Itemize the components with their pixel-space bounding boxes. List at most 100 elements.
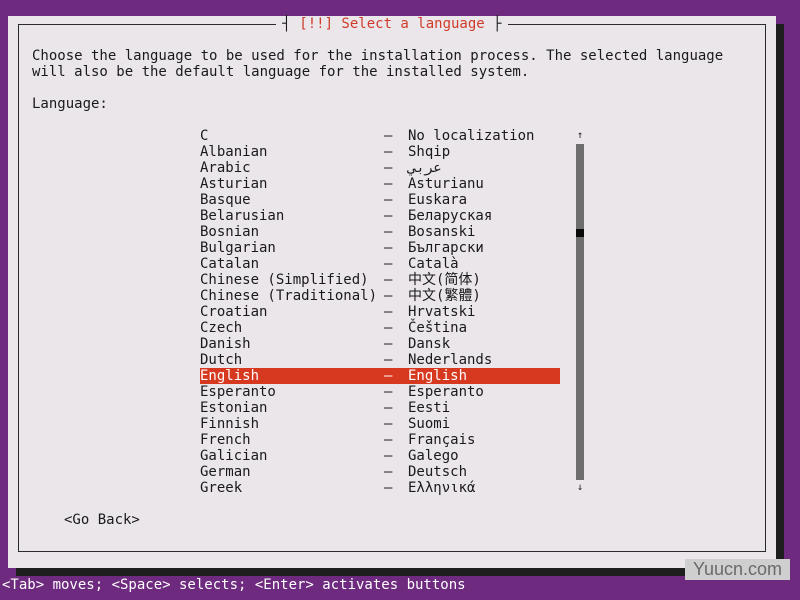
language-item[interactable]: Bosnian – Bosanski [200, 224, 560, 240]
language-name: English [200, 368, 260, 384]
status-bar: <Tab> moves; <Space> selects; <Enter> ac… [0, 576, 800, 600]
language-separator: – [384, 352, 393, 368]
language-separator: – [384, 272, 393, 288]
language-item[interactable]: Greek – Ελληνικά [200, 480, 560, 496]
scrollbar[interactable]: ↑ ↓ [576, 128, 584, 496]
language-name: German [200, 464, 251, 480]
language-name: Arabic [200, 160, 251, 176]
language-native-name: Български [408, 240, 484, 256]
language-item[interactable]: Croatian – Hrvatski [200, 304, 560, 320]
language-separator: – [384, 480, 393, 496]
language-item[interactable]: Dutch – Nederlands [200, 352, 560, 368]
language-name: Chinese (Simplified) [200, 272, 369, 288]
language-separator: – [384, 336, 393, 352]
language-name: C [200, 128, 209, 144]
language-item[interactable]: French – Français [200, 432, 560, 448]
language-name: Estonian [200, 400, 268, 416]
language-name: Galician [200, 448, 268, 464]
language-native-name: Hrvatski [408, 304, 476, 320]
language-name: Finnish [200, 416, 260, 432]
language-native-name: Ελληνικά [408, 480, 476, 496]
language-item[interactable]: Arabic – عربي [200, 160, 560, 176]
language-native-name: No localization [408, 128, 535, 144]
language-separator: – [384, 464, 393, 480]
language-native-name: Nederlands [408, 352, 493, 368]
scroll-thumb[interactable] [576, 229, 584, 237]
language-item[interactable]: Bulgarian – Български [200, 240, 560, 256]
language-separator: – [384, 224, 393, 240]
language-separator: – [384, 240, 393, 256]
scroll-down-icon[interactable]: ↓ [576, 482, 584, 494]
scroll-track[interactable] [576, 144, 584, 480]
language-name: Basque [200, 192, 251, 208]
language-item[interactable]: Esperanto – Esperanto [200, 384, 560, 400]
language-separator: – [384, 208, 393, 224]
language-name: Greek [200, 480, 243, 496]
language-native-name: Bosanski [408, 224, 476, 240]
language-name: Esperanto [200, 384, 276, 400]
dialog-title-text: [!!] Select a language [299, 16, 485, 32]
language-native-name: Čeština [408, 320, 468, 336]
language-item[interactable]: English – English [200, 368, 560, 384]
language-native-name: Dansk [408, 336, 451, 352]
language-item[interactable]: Basque – Euskara [200, 192, 560, 208]
watermark: Yuucn.com [684, 559, 790, 580]
language-separator: – [384, 432, 393, 448]
language-separator: – [384, 368, 393, 384]
language-item[interactable]: Asturian – Asturianu [200, 176, 560, 192]
language-item[interactable]: Danish – Dansk [200, 336, 560, 352]
language-separator: – [384, 288, 393, 304]
language-native-name: Galego [408, 448, 459, 464]
language-item[interactable]: Czech – Čeština [200, 320, 560, 336]
language-separator: – [384, 400, 393, 416]
language-item[interactable]: C – No localization [200, 128, 560, 144]
language-separator: – [384, 176, 393, 192]
language-native-name: 中文(繁體) [408, 288, 481, 304]
language-native-name: Esperanto [408, 384, 484, 400]
language-native-name: Asturianu [408, 176, 484, 192]
language-separator: – [384, 128, 393, 144]
language-separator: – [384, 256, 393, 272]
language-item[interactable]: Albanian – Shqip [200, 144, 560, 160]
language-native-name: عربي [408, 160, 442, 176]
language-item[interactable]: Chinese (Traditional) – 中文(繁體) [200, 288, 560, 304]
language-separator: – [384, 160, 393, 176]
language-name: Belarusian [200, 208, 285, 224]
language-separator: – [384, 192, 393, 208]
language-native-name: Suomi [408, 416, 451, 432]
language-native-name: Беларуская [408, 208, 493, 224]
language-item[interactable]: Estonian – Eesti [200, 400, 560, 416]
dialog-title: ┤ [!!] Select a language ├ [276, 16, 508, 32]
language-name: Croatian [200, 304, 268, 320]
dialog-shadow-bottom [16, 568, 784, 576]
language-native-name: English [408, 368, 468, 384]
language-item[interactable]: Finnish – Suomi [200, 416, 560, 432]
dialog-title-wrap: ┤ [!!] Select a language ├ [19, 16, 765, 32]
language-item[interactable]: Chinese (Simplified) – 中文(简体) [200, 272, 560, 288]
language-native-name: 中文(简体) [408, 272, 481, 288]
language-name: Bosnian [200, 224, 260, 240]
language-separator: – [384, 384, 393, 400]
language-item[interactable]: Galician – Galego [200, 448, 560, 464]
language-name: Dutch [200, 352, 243, 368]
language-name: Catalan [200, 256, 260, 272]
language-name: Asturian [200, 176, 268, 192]
language-name: Bulgarian [200, 240, 276, 256]
language-native-name: Euskara [408, 192, 468, 208]
language-native-name: Shqip [408, 144, 451, 160]
language-name: Chinese (Traditional) [200, 288, 378, 304]
language-label: Language: [32, 96, 108, 112]
go-back-button[interactable]: <Go Back> [64, 512, 140, 528]
language-name: Albanian [200, 144, 268, 160]
language-native-name: Français [408, 432, 476, 448]
language-item[interactable]: Belarusian – Беларуская [200, 208, 560, 224]
language-list[interactable]: C – No localization Albanian – Shqip Arabic – عر… [200, 128, 560, 496]
scroll-up-icon[interactable]: ↑ [576, 130, 584, 142]
language-item[interactable]: Catalan – Català [200, 256, 560, 272]
language-item[interactable]: German – Deutsch [200, 464, 560, 480]
dialog-shadow-right [776, 24, 784, 576]
language-name: Czech [200, 320, 243, 336]
language-name: French [200, 432, 251, 448]
language-separator: – [384, 144, 393, 160]
language-native-name: Eesti [408, 400, 451, 416]
